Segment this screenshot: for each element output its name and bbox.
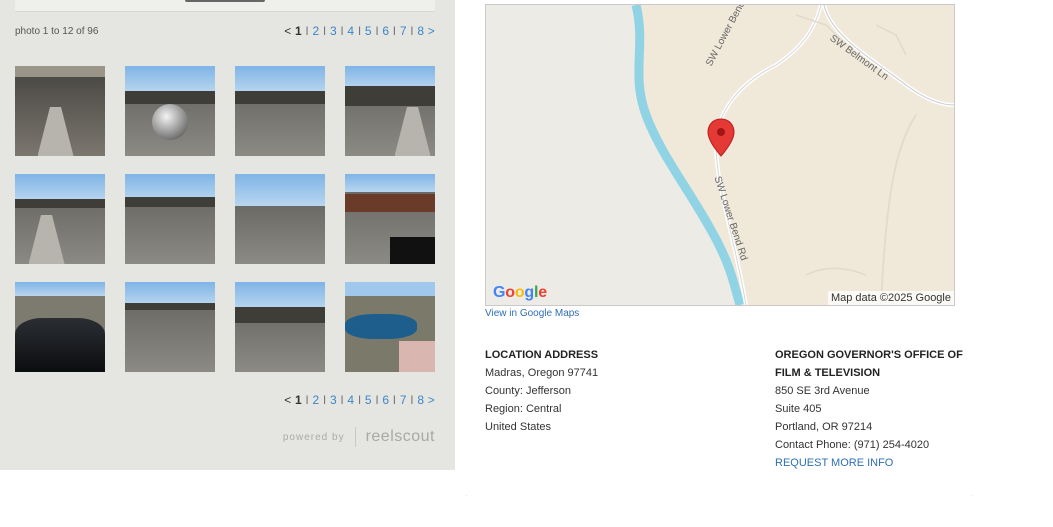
office-suite: Suite 405	[775, 403, 822, 415]
office-contact-block: OREGON GOVERNOR'S OFFICE OF FILM & TELEV…	[775, 346, 1005, 472]
location-pin-icon[interactable]	[707, 118, 735, 158]
divider	[354, 427, 356, 447]
office-street: 850 SE 3rd Avenue	[775, 385, 870, 397]
page-link-7[interactable]: 7	[400, 24, 407, 38]
prev-page-button[interactable]: <	[284, 393, 291, 407]
address-country: United States	[485, 421, 552, 433]
divider-dot: ·	[465, 491, 468, 500]
office-heading-line1: OREGON GOVERNOR'S OFFICE OF	[775, 349, 963, 361]
location-address-block: LOCATION ADDRESS Madras, Oregon 97741 Co…	[485, 346, 745, 436]
next-page-button[interactable]: >	[428, 24, 435, 38]
page-link-3[interactable]: 3	[330, 393, 337, 407]
divider-dot: ·	[971, 491, 974, 500]
page-link-5[interactable]: 5	[365, 24, 372, 38]
gallery-top-strip	[15, 0, 435, 12]
thumbnail[interactable]	[15, 282, 105, 372]
thumbnail[interactable]	[345, 174, 435, 264]
photo-gallery-panel: photo 1 to 12 of 96 < 1 I 2 I 3 I 4 I 5 …	[0, 0, 455, 470]
powered-by-label: powered by	[282, 431, 345, 443]
office-city: Portland, OR 97214	[775, 421, 873, 433]
thumbnail[interactable]	[235, 282, 325, 372]
thumbnail[interactable]	[125, 66, 215, 156]
thumbnail[interactable]	[345, 66, 435, 156]
office-phone: Contact Phone: (971) 254-4020	[775, 439, 930, 451]
next-page-button[interactable]: >	[428, 393, 435, 407]
thumbnail[interactable]	[125, 282, 215, 372]
location-address-heading: LOCATION ADDRESS	[485, 349, 599, 361]
thumbnail-grid	[15, 66, 435, 372]
page-link-7[interactable]: 7	[400, 393, 407, 407]
address-city: Madras, Oregon 97741	[485, 367, 599, 379]
prev-page-button[interactable]: <	[284, 24, 291, 38]
view-in-google-maps-link[interactable]: View in Google Maps	[485, 308, 579, 319]
page-link-8[interactable]: 8	[417, 24, 424, 38]
powered-by-reelscout[interactable]: powered by reelscout	[283, 427, 435, 447]
address-region: Region: Central	[485, 403, 562, 415]
page-link-8[interactable]: 8	[417, 393, 424, 407]
current-page: 1	[294, 24, 302, 38]
thumbnail[interactable]	[235, 66, 325, 156]
thumbnail[interactable]	[345, 282, 435, 372]
pagination-top: < 1 I 2 I 3 I 4 I 5 I 6 I 7 I 8 >	[284, 24, 435, 38]
location-map[interactable]: SW Lower Bend Rd SW Belmont Ln SW Lower …	[485, 4, 955, 306]
photo-count: photo 1 to 12 of 96	[15, 26, 99, 37]
reelscout-logo: reelscout	[365, 428, 435, 445]
thumbnail[interactable]	[235, 174, 325, 264]
address-county: County: Jefferson	[485, 385, 572, 397]
google-logo: Google	[493, 284, 547, 301]
thumbnail[interactable]	[15, 174, 105, 264]
thumbnail[interactable]	[15, 66, 105, 156]
scroll-handle[interactable]	[185, 0, 265, 2]
pagination-bottom: < 1 I 2 I 3 I 4 I 5 I 6 I 7 I 8 >	[284, 393, 435, 407]
map-attribution: Map data ©2025 Google	[827, 291, 954, 305]
page-link-5[interactable]: 5	[365, 393, 372, 407]
office-heading-line2: FILM & TELEVISION	[775, 367, 881, 379]
thumbnail[interactable]	[125, 174, 215, 264]
current-page: 1	[294, 393, 302, 407]
request-more-info-link[interactable]: REQUEST MORE INFO	[775, 454, 1005, 472]
page-link-3[interactable]: 3	[330, 24, 337, 38]
